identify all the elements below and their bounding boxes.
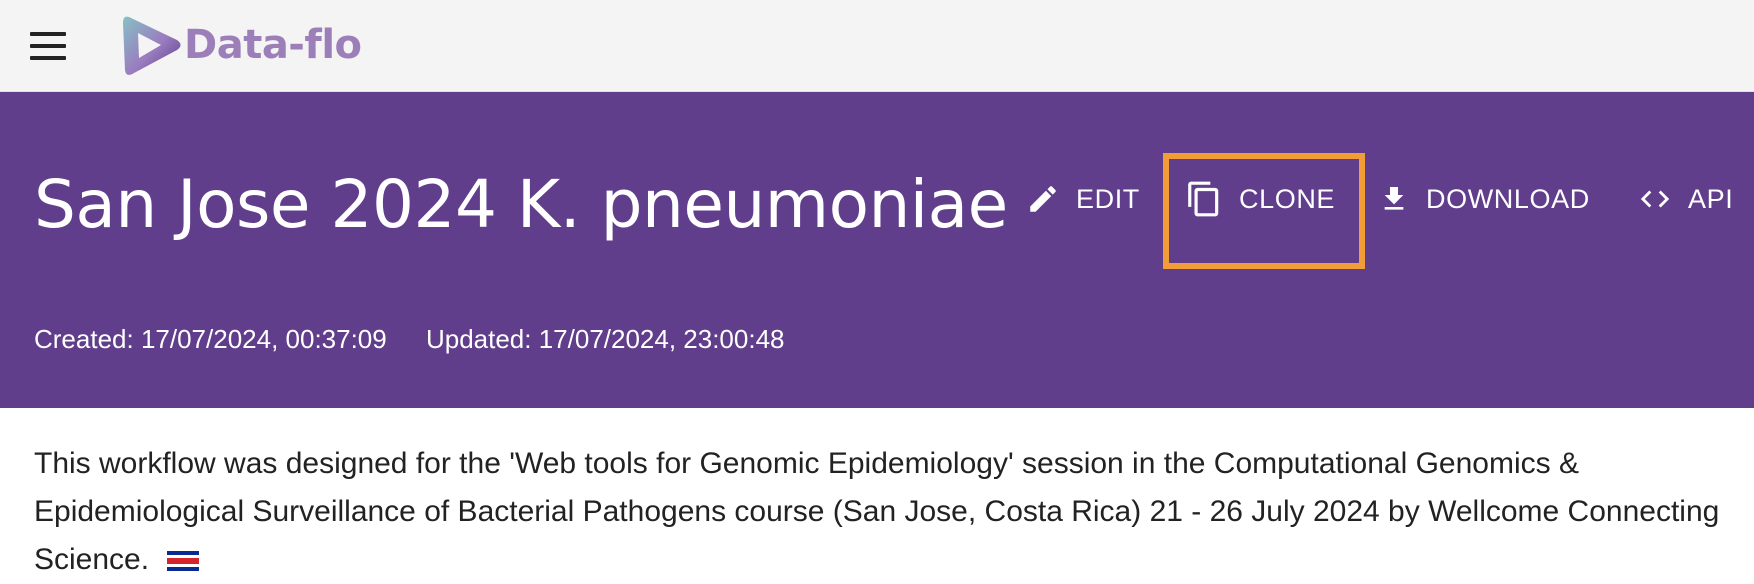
workflow-timestamps: Created: 17/07/2024, 00:37:09 Updated: 1… — [34, 324, 785, 355]
app-logo[interactable]: Data-flo — [120, 10, 362, 80]
menu-button[interactable] — [28, 30, 72, 62]
code-brackets-icon — [1640, 190, 1670, 208]
download-label: DOWNLOAD — [1426, 183, 1590, 214]
api-label: API — [1688, 183, 1734, 214]
edit-button[interactable]: EDIT — [1026, 178, 1140, 220]
clone-label: CLONE — [1239, 183, 1336, 214]
edit-label: EDIT — [1076, 183, 1140, 214]
costa-rica-flag-icon — [167, 551, 200, 571]
app-name: Data-flo — [184, 22, 362, 68]
download-icon — [1384, 187, 1404, 210]
download-button[interactable]: DOWNLOAD — [1378, 178, 1590, 220]
description-text: This workflow was designed for the 'Web … — [34, 447, 1720, 576]
updated-timestamp: Updated: 17/07/2024, 23:00:48 — [425, 324, 785, 354]
play-triangle-logo-icon — [123, 16, 181, 75]
workflow-description: This workflow was designed for the 'Web … — [34, 440, 1734, 584]
pencil-icon — [1030, 186, 1056, 212]
workflow-header: San Jose 2024 K. pneumoniae EDIT CLONE D… — [0, 92, 1754, 408]
api-button[interactable]: API — [1638, 178, 1733, 220]
copy-icon — [1188, 181, 1219, 217]
clone-button[interactable]: CLONE — [1185, 178, 1335, 220]
top-app-bar: Data-flo — [0, 0, 1754, 92]
page-title: San Jose 2024 K. pneumoniae — [34, 166, 1008, 243]
created-timestamp: Created: 17/07/2024, 00:37:09 — [34, 324, 387, 354]
